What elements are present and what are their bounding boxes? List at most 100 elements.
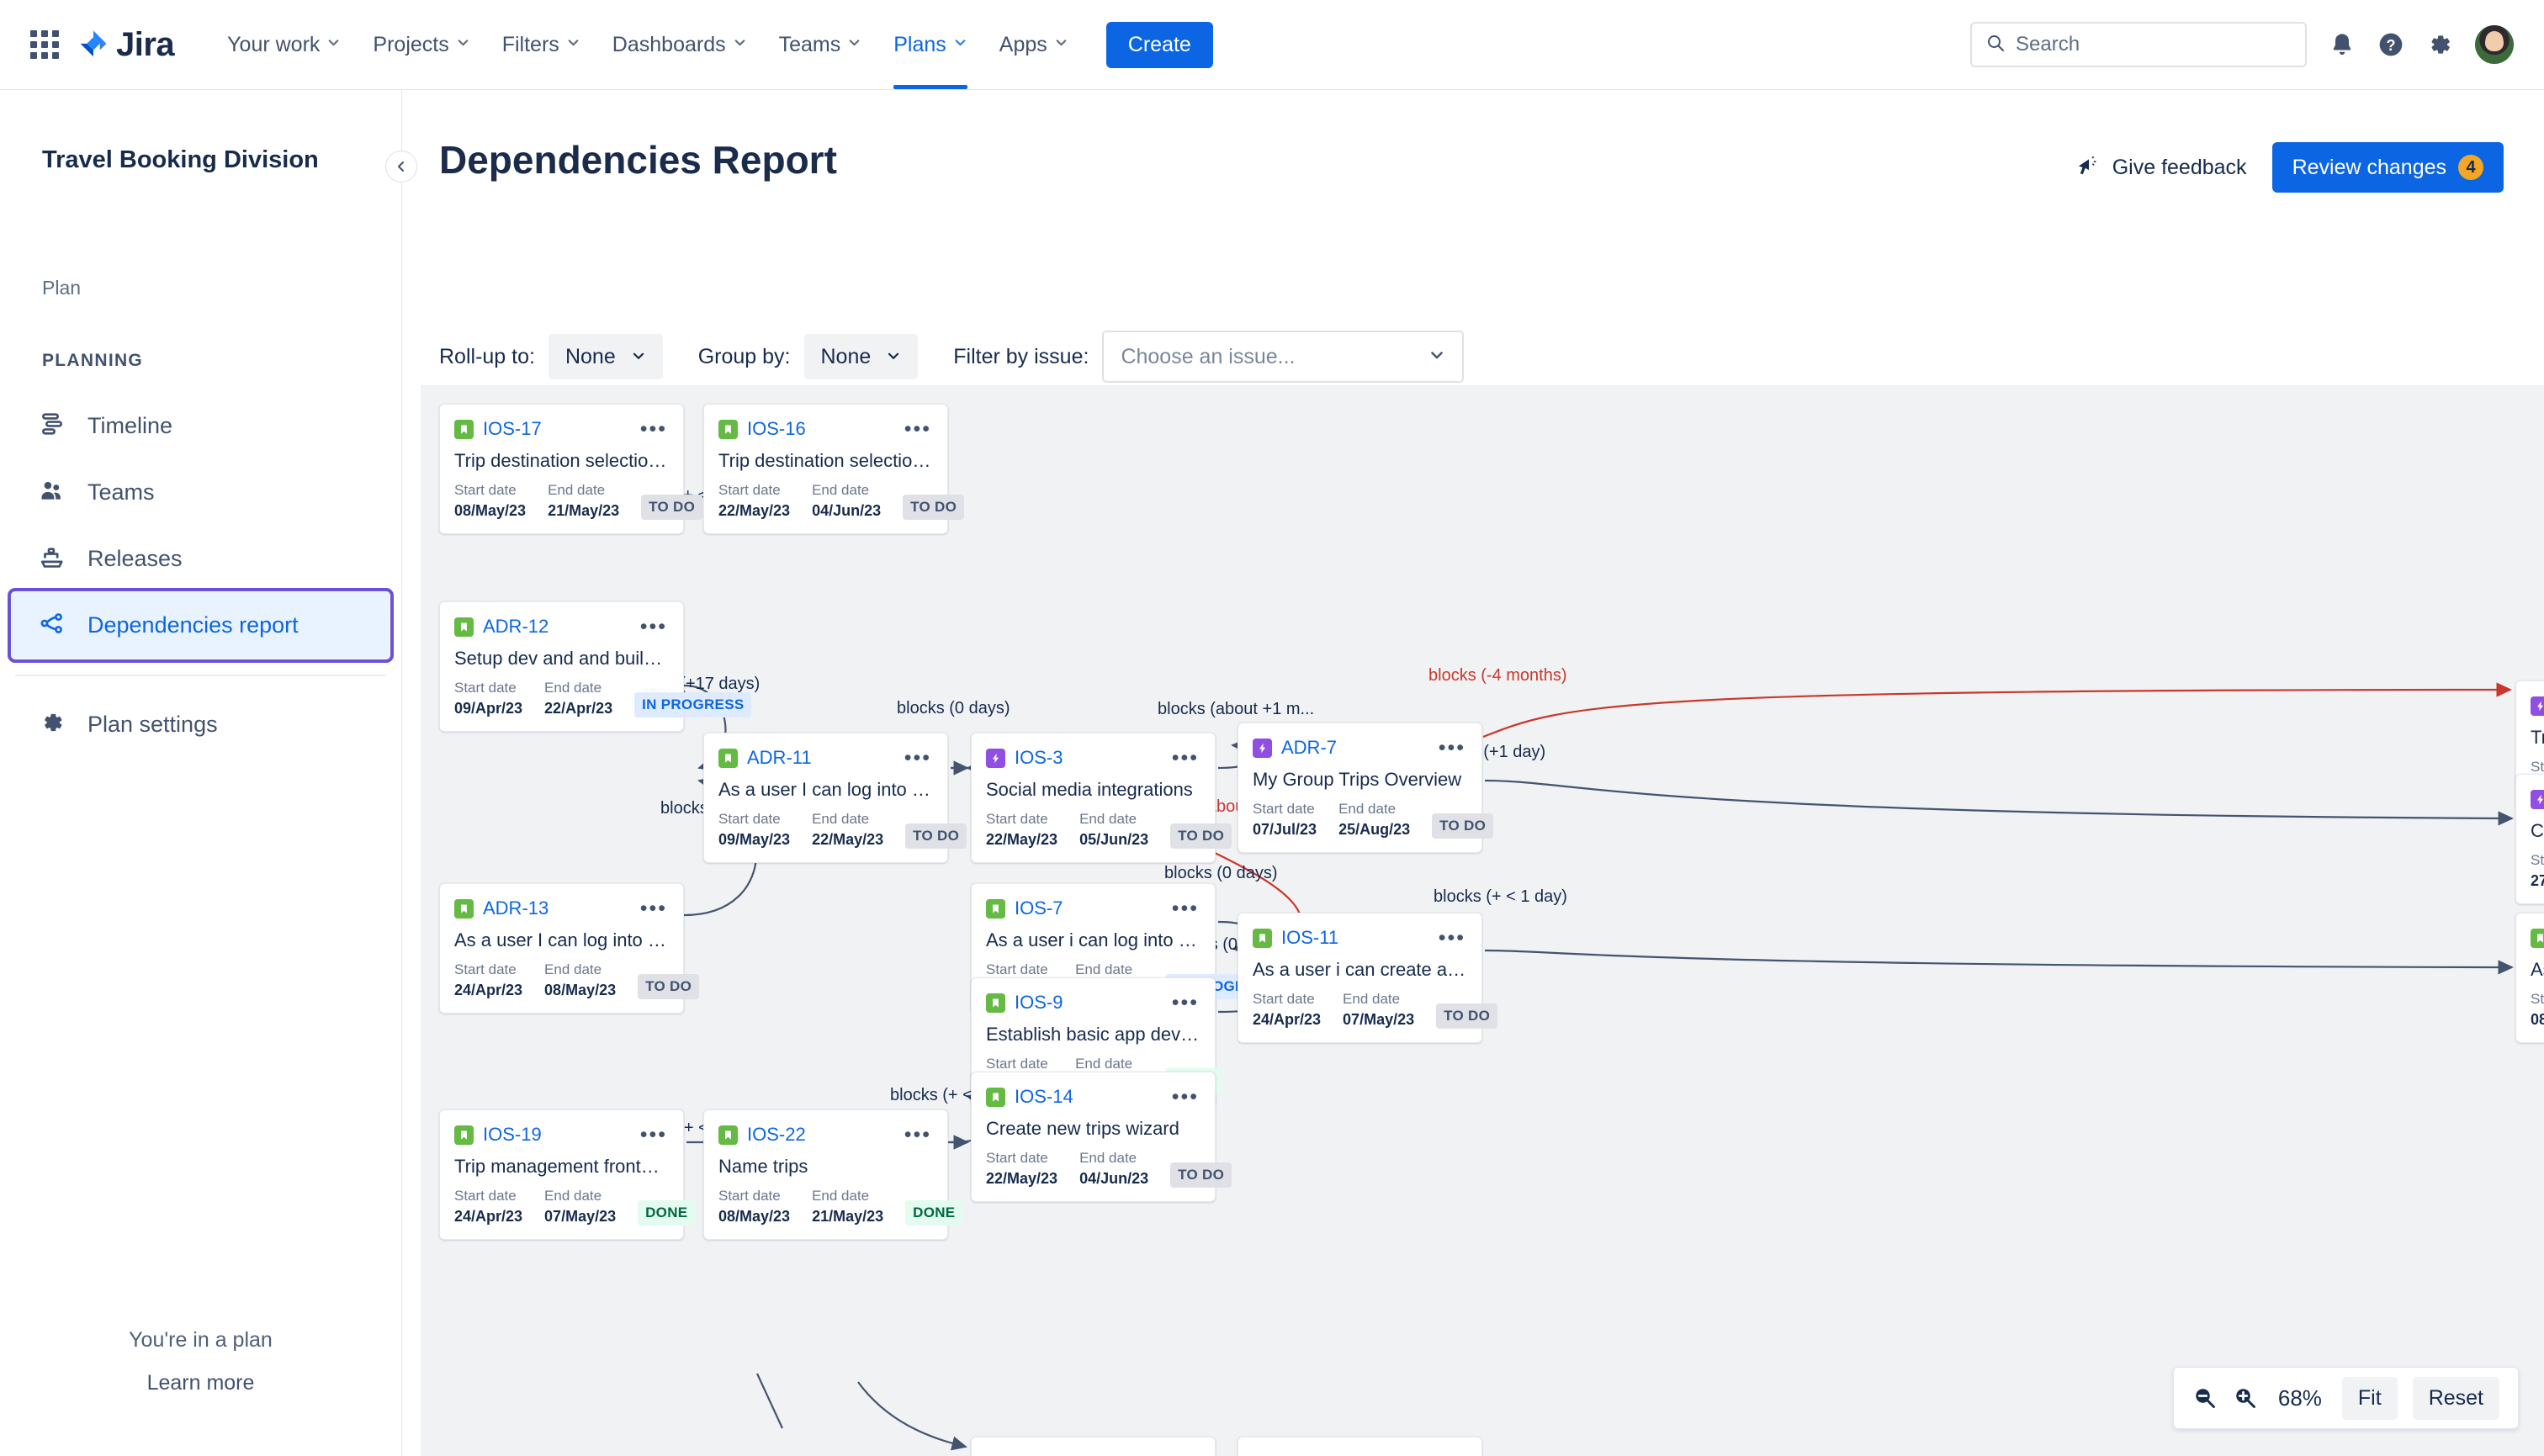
issue-card[interactable]: ADR-13 ••• As a user I can log into the sy… bbox=[439, 883, 700, 1014]
sidebar-item-dependencies-report[interactable]: Dependencies report bbox=[8, 588, 394, 663]
issue-card[interactable]: ADR-12 ••• Setup dev and and build environ… bbox=[439, 601, 752, 732]
dependency-graph-canvas[interactable]: blocks (+ < 1 day)blocks (+17 days)block… bbox=[421, 385, 2544, 1456]
end-date-value[interactable]: 04/Jun/23 bbox=[1079, 1170, 1148, 1188]
jira-logo[interactable]: Jira bbox=[77, 26, 175, 64]
issue-key-link[interactable]: ADR-11 bbox=[747, 747, 812, 769]
issue-card[interactable]: IOS-11 ••• As a user i can create a custom… bbox=[1238, 913, 1498, 1043]
nav-item-your-work[interactable]: Your work bbox=[211, 0, 357, 89]
start-date-value[interactable]: 24/Apr/23 bbox=[1253, 1011, 1321, 1029]
issue-card[interactable]: IOS-16 ••• Trip destination selection - mu… bbox=[703, 404, 965, 534]
start-date-value[interactable]: 24/Apr/23 bbox=[454, 982, 522, 999]
card-more-actions-icon[interactable]: ••• bbox=[639, 617, 669, 638]
end-date-value[interactable]: 07/May/23 bbox=[544, 1208, 616, 1226]
status-badge[interactable]: TO DO bbox=[641, 495, 703, 520]
start-date-value[interactable]: 22/May/23 bbox=[986, 1170, 1057, 1188]
card-more-actions-icon[interactable]: ••• bbox=[903, 1125, 933, 1146]
settings-gear-icon[interactable] bbox=[2426, 31, 2453, 58]
start-date-value[interactable]: 08/May/23 bbox=[454, 502, 526, 520]
issue-key-link[interactable]: IOS-19 bbox=[483, 1124, 542, 1146]
card-more-actions-icon[interactable]: ••• bbox=[1170, 993, 1200, 1014]
start-date-value[interactable]: 22/May/23 bbox=[718, 502, 790, 520]
issue-card[interactable]: ADR-7 ••• My Group Trips Overview Start dat… bbox=[1238, 723, 1494, 853]
sidebar-item-teams[interactable]: Teams bbox=[12, 459, 390, 526]
issue-card[interactable] bbox=[971, 1437, 1216, 1456]
start-date-value[interactable]: 27/Aug bbox=[2531, 872, 2544, 890]
start-date-value[interactable]: 09/May/23 bbox=[718, 831, 790, 849]
zoom-reset-button[interactable]: Reset bbox=[2412, 1376, 2499, 1420]
nav-item-plans[interactable]: Plans bbox=[877, 0, 983, 89]
card-more-actions-icon[interactable]: ••• bbox=[903, 748, 933, 769]
sidebar-item-releases[interactable]: Releases bbox=[12, 526, 390, 592]
groupby-select[interactable]: None bbox=[803, 334, 919, 379]
issue-card[interactable]: ADR-11 ••• As a user I can log into the sy… bbox=[703, 733, 967, 863]
issue-key-link[interactable]: IOS-22 bbox=[747, 1124, 806, 1146]
issue-card[interactable]: IO As a Start d 08/Ma bbox=[2515, 913, 2544, 1043]
issue-key-link[interactable]: IOS-11 bbox=[1281, 927, 1338, 949]
card-more-actions-icon[interactable]: ••• bbox=[1170, 1087, 1200, 1108]
end-date-value[interactable]: 22/May/23 bbox=[812, 831, 883, 849]
apps-grid-icon[interactable] bbox=[30, 30, 59, 59]
card-more-actions-icon[interactable]: ••• bbox=[639, 898, 669, 919]
sidebar-item-timeline[interactable]: Timeline bbox=[12, 393, 390, 459]
start-date-value[interactable]: 08/May/23 bbox=[718, 1208, 790, 1226]
issue-key-link[interactable]: ADR-7 bbox=[1281, 737, 1337, 759]
end-date-value[interactable]: 07/May/23 bbox=[1343, 1011, 1414, 1029]
issue-card[interactable]: IOS-17 ••• Trip destination selection - si… bbox=[439, 404, 703, 534]
issue-key-link[interactable]: IOS-14 bbox=[1015, 1086, 1073, 1108]
nav-item-filters[interactable]: Filters bbox=[486, 0, 596, 89]
status-badge[interactable]: TO DO bbox=[1436, 1003, 1498, 1029]
end-date-value[interactable]: 25/Aug/23 bbox=[1338, 821, 1410, 839]
zoom-in-icon[interactable] bbox=[2233, 1385, 2258, 1411]
filter-by-issue-combobox[interactable]: Choose an issue... bbox=[1102, 331, 1465, 383]
status-badge[interactable]: TO DO bbox=[638, 974, 700, 999]
learn-more-link[interactable]: Learn more bbox=[0, 1371, 401, 1395]
status-badge[interactable]: TO DO bbox=[905, 823, 967, 849]
status-badge[interactable]: DONE bbox=[638, 1200, 696, 1226]
status-badge[interactable]: IN PROGRESS bbox=[634, 692, 752, 717]
give-feedback-button[interactable]: Give feedback bbox=[2075, 152, 2247, 183]
issue-card[interactable]: IOS-19 ••• Trip management frontend framew… bbox=[439, 1109, 696, 1240]
end-date-value[interactable]: 08/May/23 bbox=[544, 982, 616, 999]
zoom-fit-button[interactable]: Fit bbox=[2341, 1376, 2398, 1420]
search-input[interactable]: Search bbox=[1970, 22, 2307, 67]
status-badge[interactable]: TO DO bbox=[903, 495, 965, 520]
end-date-value[interactable]: 05/Jun/23 bbox=[1079, 831, 1148, 849]
status-badge[interactable]: TO DO bbox=[1432, 813, 1494, 839]
issue-card[interactable]: IOS-3 ••• Social media integrations Start d… bbox=[971, 733, 1232, 863]
nav-item-teams[interactable]: Teams bbox=[763, 0, 878, 89]
end-date-value[interactable]: 04/Jun/23 bbox=[812, 502, 881, 520]
notifications-bell-icon[interactable] bbox=[2329, 31, 2356, 58]
start-date-value[interactable]: 09/Apr/23 bbox=[454, 700, 522, 717]
sidebar-collapse-button[interactable] bbox=[385, 151, 417, 183]
end-date-value[interactable]: 21/May/23 bbox=[812, 1208, 883, 1226]
issue-key-link[interactable]: IOS-9 bbox=[1015, 992, 1063, 1014]
status-badge[interactable]: TO DO bbox=[1170, 823, 1232, 849]
end-date-value[interactable]: 21/May/23 bbox=[548, 502, 619, 520]
user-avatar[interactable] bbox=[2475, 25, 2514, 64]
help-icon[interactable]: ? bbox=[2377, 31, 2404, 58]
create-button[interactable]: Create bbox=[1105, 21, 1213, 68]
issue-card[interactable] bbox=[1238, 1437, 1482, 1456]
card-more-actions-icon[interactable]: ••• bbox=[1170, 898, 1200, 919]
status-badge[interactable]: DONE bbox=[905, 1200, 963, 1226]
card-more-actions-icon[interactable]: ••• bbox=[1170, 748, 1200, 769]
card-more-actions-icon[interactable]: ••• bbox=[903, 419, 933, 440]
issue-card[interactable]: IOS-22 ••• Name trips Start date 08/May/23 En… bbox=[703, 1109, 963, 1240]
start-date-value[interactable]: 22/May/23 bbox=[986, 831, 1057, 849]
card-more-actions-icon[interactable]: ••• bbox=[1437, 738, 1467, 759]
rollup-select[interactable]: None bbox=[548, 334, 663, 379]
start-date-value[interactable]: 07/Jul/23 bbox=[1253, 821, 1317, 839]
card-more-actions-icon[interactable]: ••• bbox=[639, 1125, 669, 1146]
issue-key-link[interactable]: ADR-12 bbox=[483, 616, 549, 638]
issue-key-link[interactable]: IOS-17 bbox=[483, 418, 542, 440]
nav-item-projects[interactable]: Projects bbox=[357, 0, 485, 89]
issue-card[interactable]: AD Colla Start d 27/Aug bbox=[2515, 774, 2544, 904]
nav-item-dashboards[interactable]: Dashboards bbox=[596, 0, 763, 89]
start-date-value[interactable]: 24/Apr/23 bbox=[454, 1208, 522, 1226]
issue-key-link[interactable]: ADR-13 bbox=[483, 897, 549, 919]
issue-key-link[interactable]: IOS-16 bbox=[747, 418, 806, 440]
status-badge[interactable]: TO DO bbox=[1170, 1162, 1232, 1188]
issue-key-link[interactable]: IOS-3 bbox=[1015, 747, 1063, 769]
nav-item-apps[interactable]: Apps bbox=[983, 0, 1084, 89]
card-more-actions-icon[interactable]: ••• bbox=[639, 419, 669, 440]
